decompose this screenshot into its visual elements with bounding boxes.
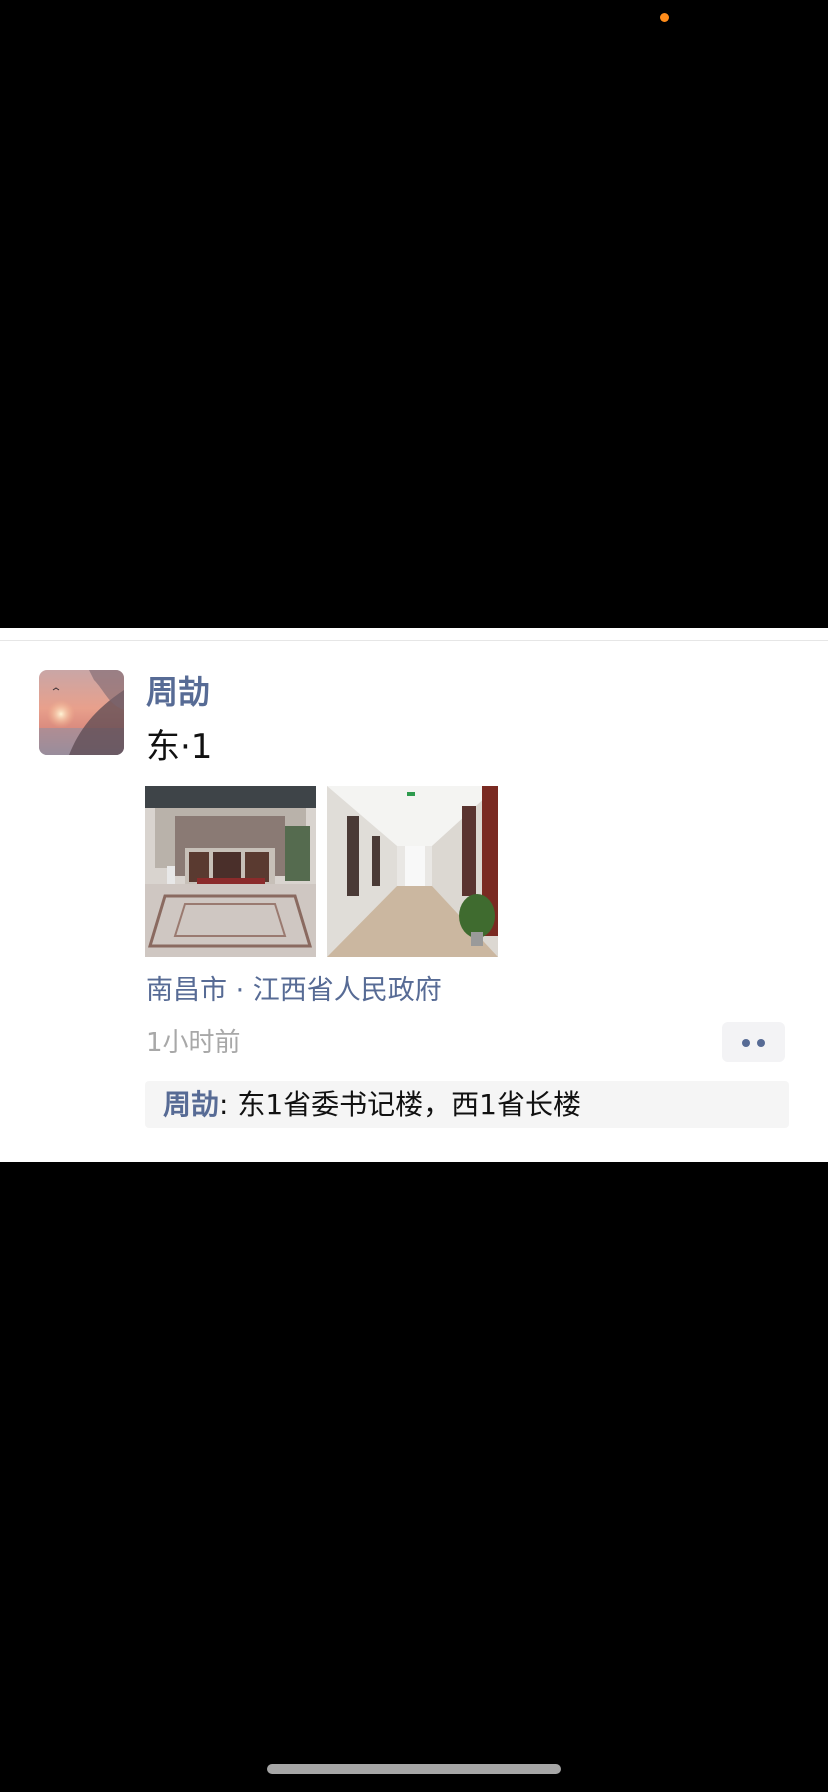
- post-author-name[interactable]: 周劼: [146, 670, 210, 714]
- post-time: 1小时前: [146, 1028, 241, 1058]
- post-photo-hallway[interactable]: [327, 786, 498, 957]
- comment-text: 东1省委书记楼，西1省长楼: [237, 1088, 581, 1121]
- post-text: 东·1: [146, 727, 213, 767]
- home-indicator[interactable]: [267, 1764, 561, 1774]
- more-dots-icon: [757, 1039, 765, 1047]
- comment-item[interactable]: 周劼: 东1省委书记楼，西1省长楼: [163, 1081, 581, 1128]
- screen: 周劼 东·1 南昌市 · 江西省人民政府 1小时前 周劼: 东1省委书记楼，西1…: [0, 0, 828, 1792]
- post-location[interactable]: 南昌市 · 江西省人民政府: [146, 972, 442, 1010]
- divider: [0, 640, 828, 641]
- comments-section: 周劼: 东1省委书记楼，西1省长楼: [145, 1081, 789, 1128]
- comment-author[interactable]: 周劼: [163, 1088, 219, 1121]
- post-photo-lobby[interactable]: [145, 786, 316, 957]
- comment-separator: :: [219, 1088, 238, 1121]
- more-dots-icon: [742, 1039, 750, 1047]
- recording-indicator-icon: [660, 13, 669, 22]
- avatar[interactable]: [39, 670, 124, 755]
- moment-post-card: 周劼 东·1 南昌市 · 江西省人民政府 1小时前 周劼: 东1省委书记楼，西1…: [0, 628, 828, 1162]
- more-options-button[interactable]: [722, 1022, 785, 1062]
